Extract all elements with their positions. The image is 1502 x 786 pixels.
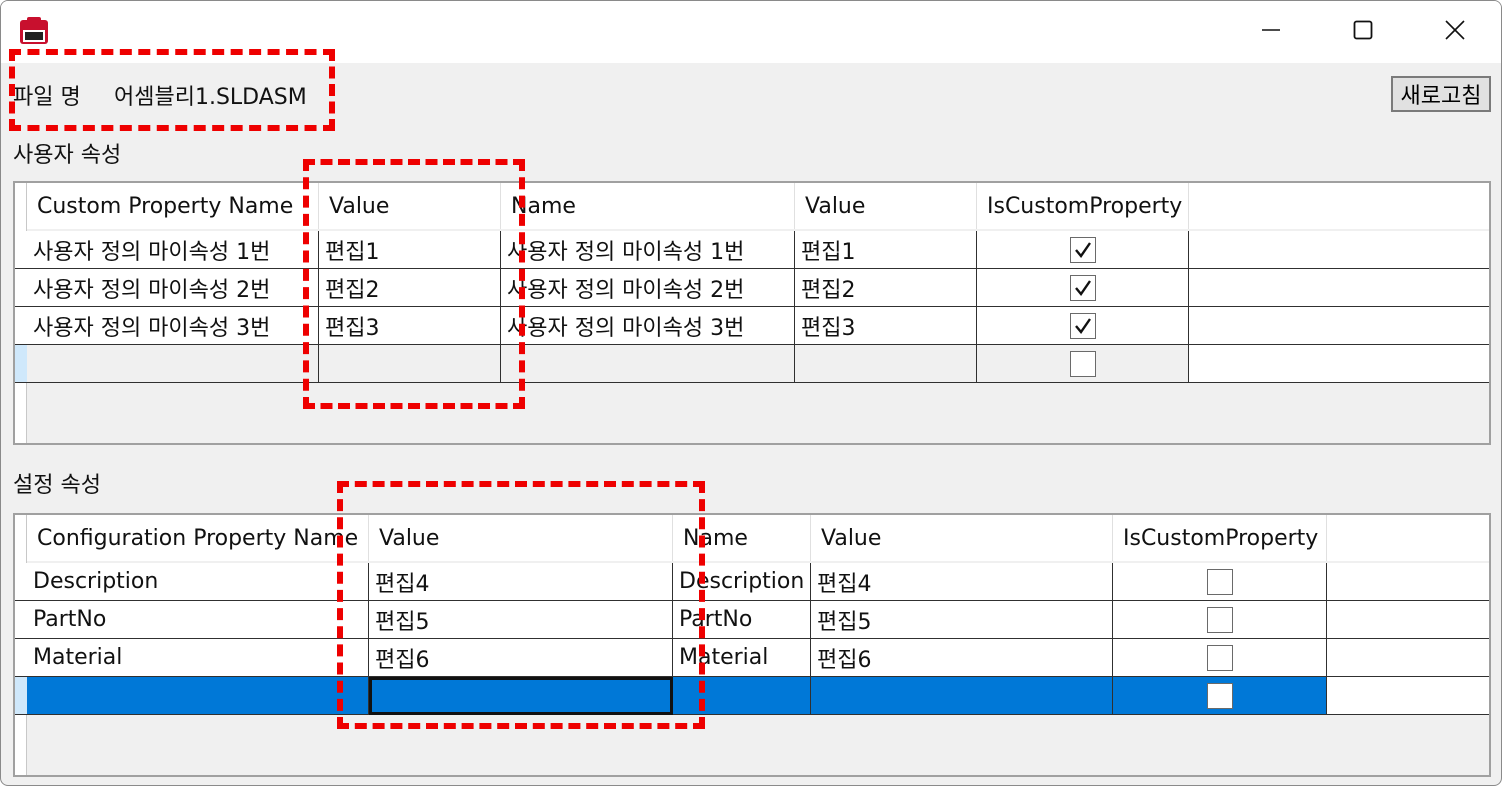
cell-is-custom[interactable] <box>977 231 1189 269</box>
maximize-button[interactable] <box>1317 1 1409 63</box>
is-custom-checkbox[interactable] <box>1069 312 1096 339</box>
cell-filler <box>1189 231 1489 269</box>
new-row-cell-value-2[interactable] <box>795 345 977 383</box>
column-header-value[interactable]: Value <box>369 515 673 561</box>
config-properties-label: 설정 속성 <box>13 473 101 498</box>
cell-property-name[interactable]: 사용자 정의 마이속성 1번 <box>27 231 319 269</box>
new-row-cell-name[interactable] <box>501 345 795 383</box>
row-marker[interactable] <box>15 563 27 601</box>
cell-filler <box>1327 601 1489 639</box>
cell-name[interactable]: PartNo <box>673 601 811 639</box>
cell-filler <box>1327 563 1489 601</box>
cell-property-name[interactable]: 사용자 정의 마이속성 3번 <box>27 307 319 345</box>
column-header-value[interactable]: Value <box>319 183 501 229</box>
cell-value[interactable]: 편집4 <box>369 563 673 601</box>
cell-filler <box>1189 307 1489 345</box>
column-header-custom-property-name[interactable]: Custom Property Name <box>27 183 319 229</box>
cell-property-name[interactable]: Material <box>27 639 369 677</box>
minimize-icon <box>1261 20 1281 44</box>
column-header-is-custom-property[interactable]: IsCustomProperty <box>1113 515 1327 561</box>
cell-value-2[interactable]: 편집4 <box>811 563 1113 601</box>
column-header-name[interactable]: Name <box>501 183 795 229</box>
cell-name[interactable]: 사용자 정의 마이속성 2번 <box>501 269 795 307</box>
refresh-button[interactable]: 새로고침 <box>1391 76 1491 112</box>
is-custom-checkbox[interactable] <box>1206 568 1233 595</box>
cell-value[interactable]: 편집6 <box>369 639 673 677</box>
new-row-marker[interactable] <box>15 345 27 383</box>
is-custom-checkbox[interactable] <box>1069 274 1096 301</box>
cell-name[interactable]: 사용자 정의 마이속성 3번 <box>501 307 795 345</box>
cell-value[interactable]: 편집5 <box>369 601 673 639</box>
cell-value-2[interactable]: 편집2 <box>795 269 977 307</box>
new-row-checkbox[interactable] <box>1206 682 1233 709</box>
new-row-cell-value-2[interactable] <box>811 677 1113 715</box>
cell-is-custom[interactable] <box>1113 639 1327 677</box>
cell-value[interactable]: 편집1 <box>319 231 501 269</box>
column-header-value-2[interactable]: Value <box>811 515 1113 561</box>
app-window: 파일 명 어셈블리1.SLDASM 새로고침 사용자 속성 Custom Pro… <box>0 0 1502 786</box>
minimize-button[interactable] <box>1225 1 1317 63</box>
checkmark-icon <box>1074 317 1091 334</box>
cell-property-name[interactable]: 사용자 정의 마이속성 2번 <box>27 269 319 307</box>
cell-property-name[interactable]: PartNo <box>27 601 369 639</box>
row-marker[interactable] <box>15 307 27 345</box>
cell-is-custom[interactable] <box>977 269 1189 307</box>
row-marker[interactable] <box>15 231 27 269</box>
cell-filler <box>1189 345 1489 383</box>
cell-filler <box>1189 269 1489 307</box>
cell-name[interactable]: Description <box>673 563 811 601</box>
cell-value[interactable]: 편집3 <box>319 307 501 345</box>
cell-filler <box>1327 639 1489 677</box>
cell-value[interactable]: 편집2 <box>319 269 501 307</box>
new-row-checkbox[interactable] <box>1069 350 1096 377</box>
new-row-cell-value-focused[interactable] <box>369 677 673 715</box>
checkmark-icon <box>1074 279 1091 296</box>
file-name-label: 파일 명 <box>13 85 81 110</box>
column-header-configuration-property-name[interactable]: Configuration Property Name <box>27 515 369 561</box>
header-filler <box>1189 183 1489 229</box>
is-custom-checkbox[interactable] <box>1206 644 1233 671</box>
new-row-marker[interactable] <box>15 677 27 715</box>
row-marker[interactable] <box>15 639 27 677</box>
column-header-value-2[interactable]: Value <box>795 183 977 229</box>
cell-value-2[interactable]: 편집6 <box>811 639 1113 677</box>
new-row-cell-property-name[interactable] <box>27 677 369 715</box>
header-filler <box>1327 515 1489 561</box>
cell-value-2[interactable]: 편집3 <box>795 307 977 345</box>
close-icon <box>1445 20 1465 44</box>
cell-value-2[interactable]: 편집1 <box>795 231 977 269</box>
cell-is-custom[interactable] <box>977 307 1189 345</box>
maximize-icon <box>1353 20 1373 44</box>
cell-name[interactable]: 사용자 정의 마이속성 1번 <box>501 231 795 269</box>
checkmark-icon <box>1074 241 1091 258</box>
cell-filler <box>1327 677 1489 715</box>
new-row-cell-is-custom[interactable] <box>977 345 1189 383</box>
close-button[interactable] <box>1409 1 1501 63</box>
title-bar <box>1 1 1501 63</box>
new-row-cell-value[interactable] <box>319 345 501 383</box>
file-name-value: 어셈블리1.SLDASM <box>114 85 307 110</box>
cell-is-custom[interactable] <box>1113 601 1327 639</box>
cell-name[interactable]: Material <box>673 639 811 677</box>
row-marker[interactable] <box>15 269 27 307</box>
new-row-cell-property-name[interactable] <box>27 345 319 383</box>
custom-properties-grid[interactable]: Custom Property Name Value Name Value Is… <box>13 181 1491 445</box>
column-header-is-custom-property[interactable]: IsCustomProperty <box>977 183 1189 229</box>
custom-properties-label: 사용자 속성 <box>13 143 122 168</box>
app-icon <box>19 16 49 46</box>
is-custom-checkbox[interactable] <box>1206 606 1233 633</box>
is-custom-checkbox[interactable] <box>1069 236 1096 263</box>
config-properties-grid[interactable]: Configuration Property Name Value Name V… <box>13 513 1491 777</box>
new-row-cell-is-custom[interactable] <box>1113 677 1327 715</box>
column-header-name[interactable]: Name <box>673 515 811 561</box>
cell-is-custom[interactable] <box>1113 563 1327 601</box>
cell-value-2[interactable]: 편집5 <box>811 601 1113 639</box>
cell-property-name[interactable]: Description <box>27 563 369 601</box>
row-marker[interactable] <box>15 601 27 639</box>
new-row-cell-name[interactable] <box>673 677 811 715</box>
